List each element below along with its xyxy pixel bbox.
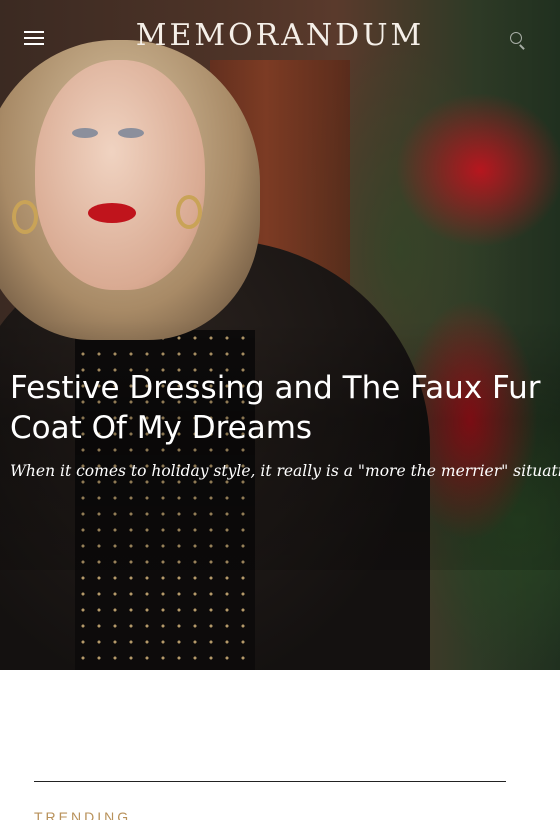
trending-heading: TRENDING bbox=[34, 809, 132, 820]
section-divider bbox=[34, 781, 506, 782]
search-icon[interactable] bbox=[510, 32, 528, 50]
article-subtitle: When it comes to holiday style, it reall… bbox=[10, 462, 560, 480]
right-earring bbox=[176, 195, 202, 229]
red-lips bbox=[88, 203, 136, 223]
hero-image[interactable] bbox=[0, 0, 560, 670]
site-header: MEMORANDUM bbox=[0, 0, 560, 80]
right-eye bbox=[118, 128, 144, 138]
article-title[interactable]: Festive Dressing and The Faux Fur Coat O… bbox=[10, 368, 550, 448]
site-logo[interactable]: MEMORANDUM bbox=[0, 18, 560, 53]
face bbox=[35, 60, 205, 290]
left-earring bbox=[12, 200, 38, 234]
left-eye bbox=[72, 128, 98, 138]
